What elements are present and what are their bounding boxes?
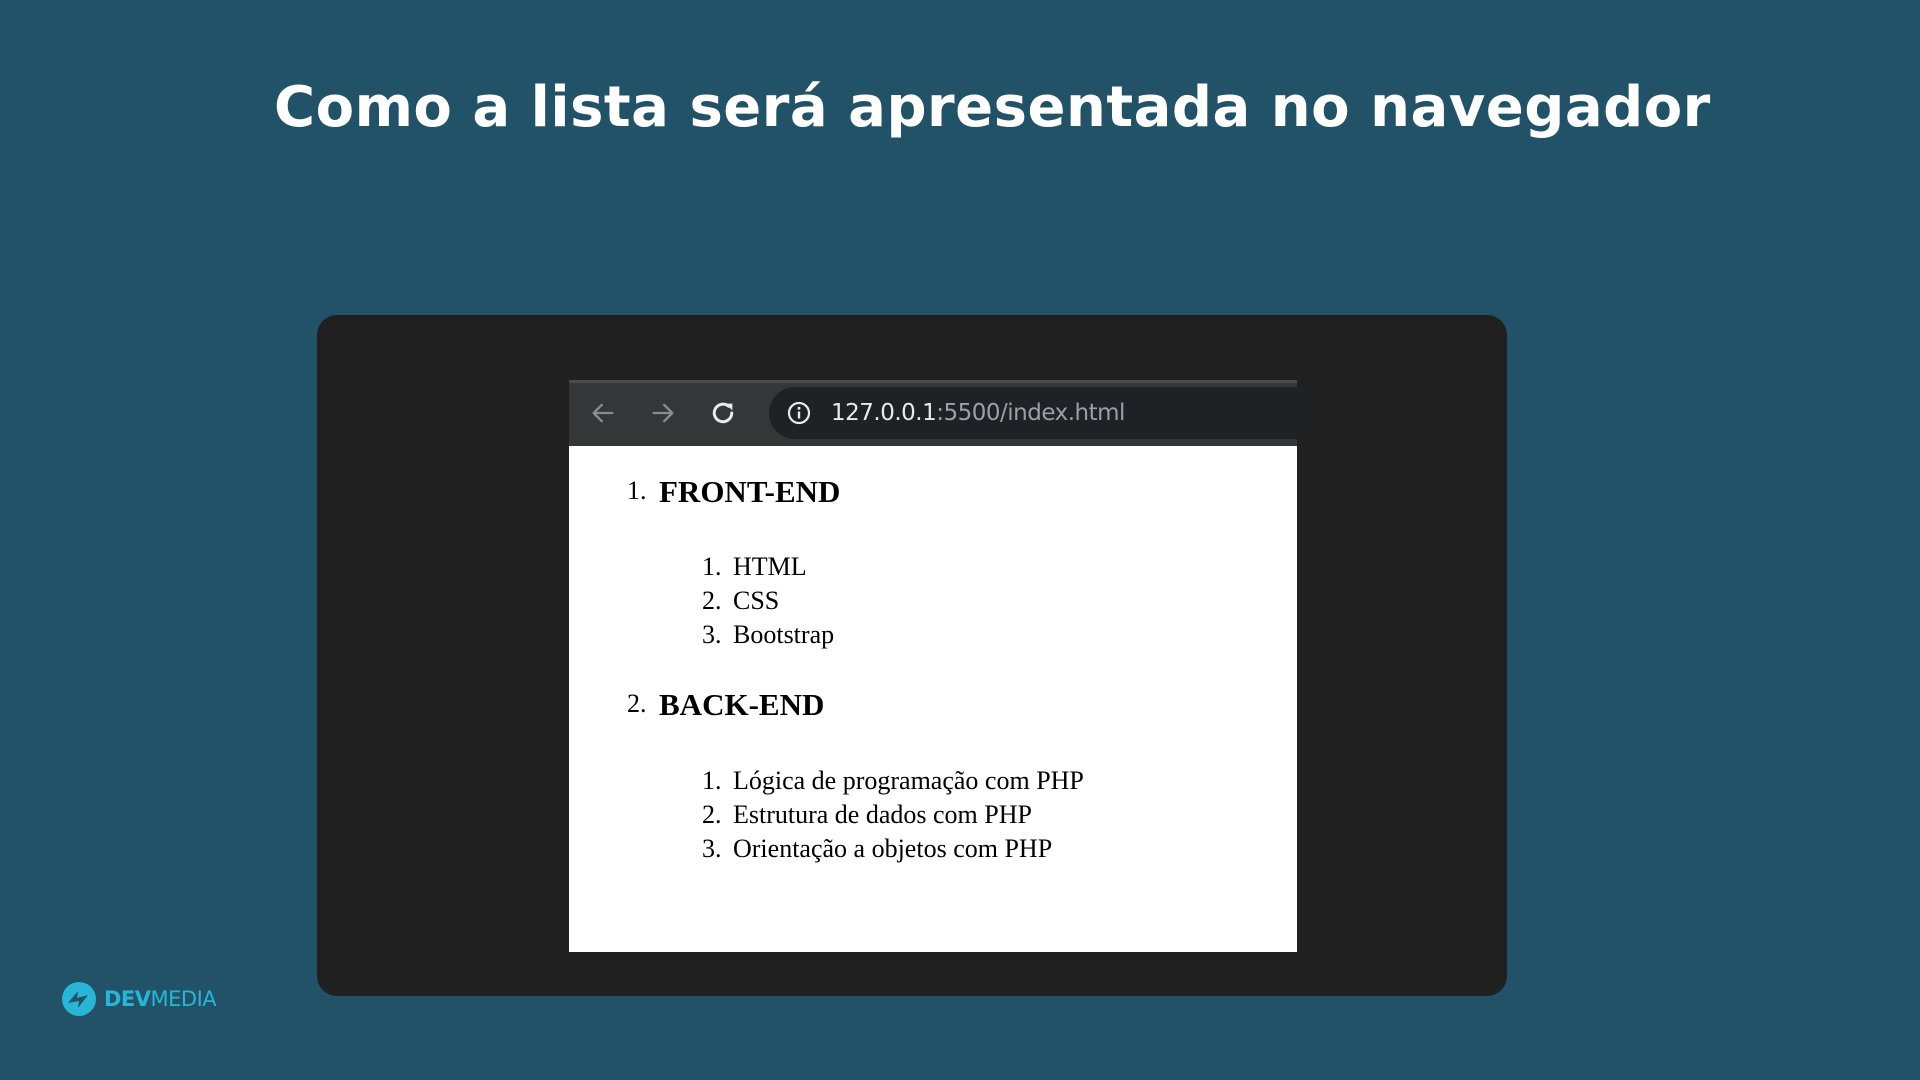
page-content: 1. FRONT-END 1. HTML 2. CSS 3. Bootstrap… xyxy=(569,446,1297,952)
list-item-text: CSS xyxy=(733,586,780,615)
list-number: 2. xyxy=(702,586,722,615)
list-number: 2. xyxy=(702,800,722,829)
list-number: 3. xyxy=(702,834,722,863)
section-heading: FRONT-END xyxy=(659,474,841,509)
arrow-right-icon xyxy=(652,403,674,423)
list-item-text: Orientação a objetos com PHP xyxy=(733,834,1053,863)
list-item-text: Estrutura de dados com PHP xyxy=(733,800,1032,829)
list-item-text: Lógica de programação com PHP xyxy=(733,766,1084,795)
logo-text-dev: DEV xyxy=(104,987,151,1011)
address-url[interactable]: 127.0.0.1:5500/index.html xyxy=(831,399,1125,427)
list-number: 3. xyxy=(702,620,722,649)
url-host: 127.0.0.1 xyxy=(831,400,937,426)
slide-title: Como a lista será apresentada no navegad… xyxy=(274,75,1711,140)
section-heading: BACK-END xyxy=(659,687,825,722)
logo-text-media: MEDIA xyxy=(150,987,217,1011)
browser-window: 127.0.0.1:5500/index.html 1. FRONT-END 1… xyxy=(569,380,1309,952)
forward-button[interactable] xyxy=(645,395,681,431)
toolbar-divider xyxy=(569,380,1297,383)
list-number: 1. xyxy=(627,476,647,505)
devmedia-logo: DEVMEDIA xyxy=(61,980,217,1018)
back-button[interactable] xyxy=(585,395,621,431)
url-path: :5500/index.html xyxy=(936,400,1125,426)
arrow-left-icon xyxy=(592,403,614,423)
list-number: 1. xyxy=(702,552,722,581)
logo-text: DEVMEDIA xyxy=(104,987,217,1011)
devmedia-logo-mark-icon xyxy=(62,982,96,1016)
list-number: 2. xyxy=(627,689,647,718)
info-icon[interactable] xyxy=(787,401,811,425)
list-number: 1. xyxy=(702,766,722,795)
list-item-text: HTML xyxy=(733,552,807,581)
reload-icon xyxy=(712,402,734,424)
list-item-text: Bootstrap xyxy=(733,620,835,649)
browser-toolbar: 127.0.0.1:5500/index.html xyxy=(569,380,1309,446)
screenshot-frame: 127.0.0.1:5500/index.html 1. FRONT-END 1… xyxy=(317,315,1507,996)
address-bar[interactable]: 127.0.0.1:5500/index.html xyxy=(769,387,1309,439)
reload-button[interactable] xyxy=(705,395,741,431)
